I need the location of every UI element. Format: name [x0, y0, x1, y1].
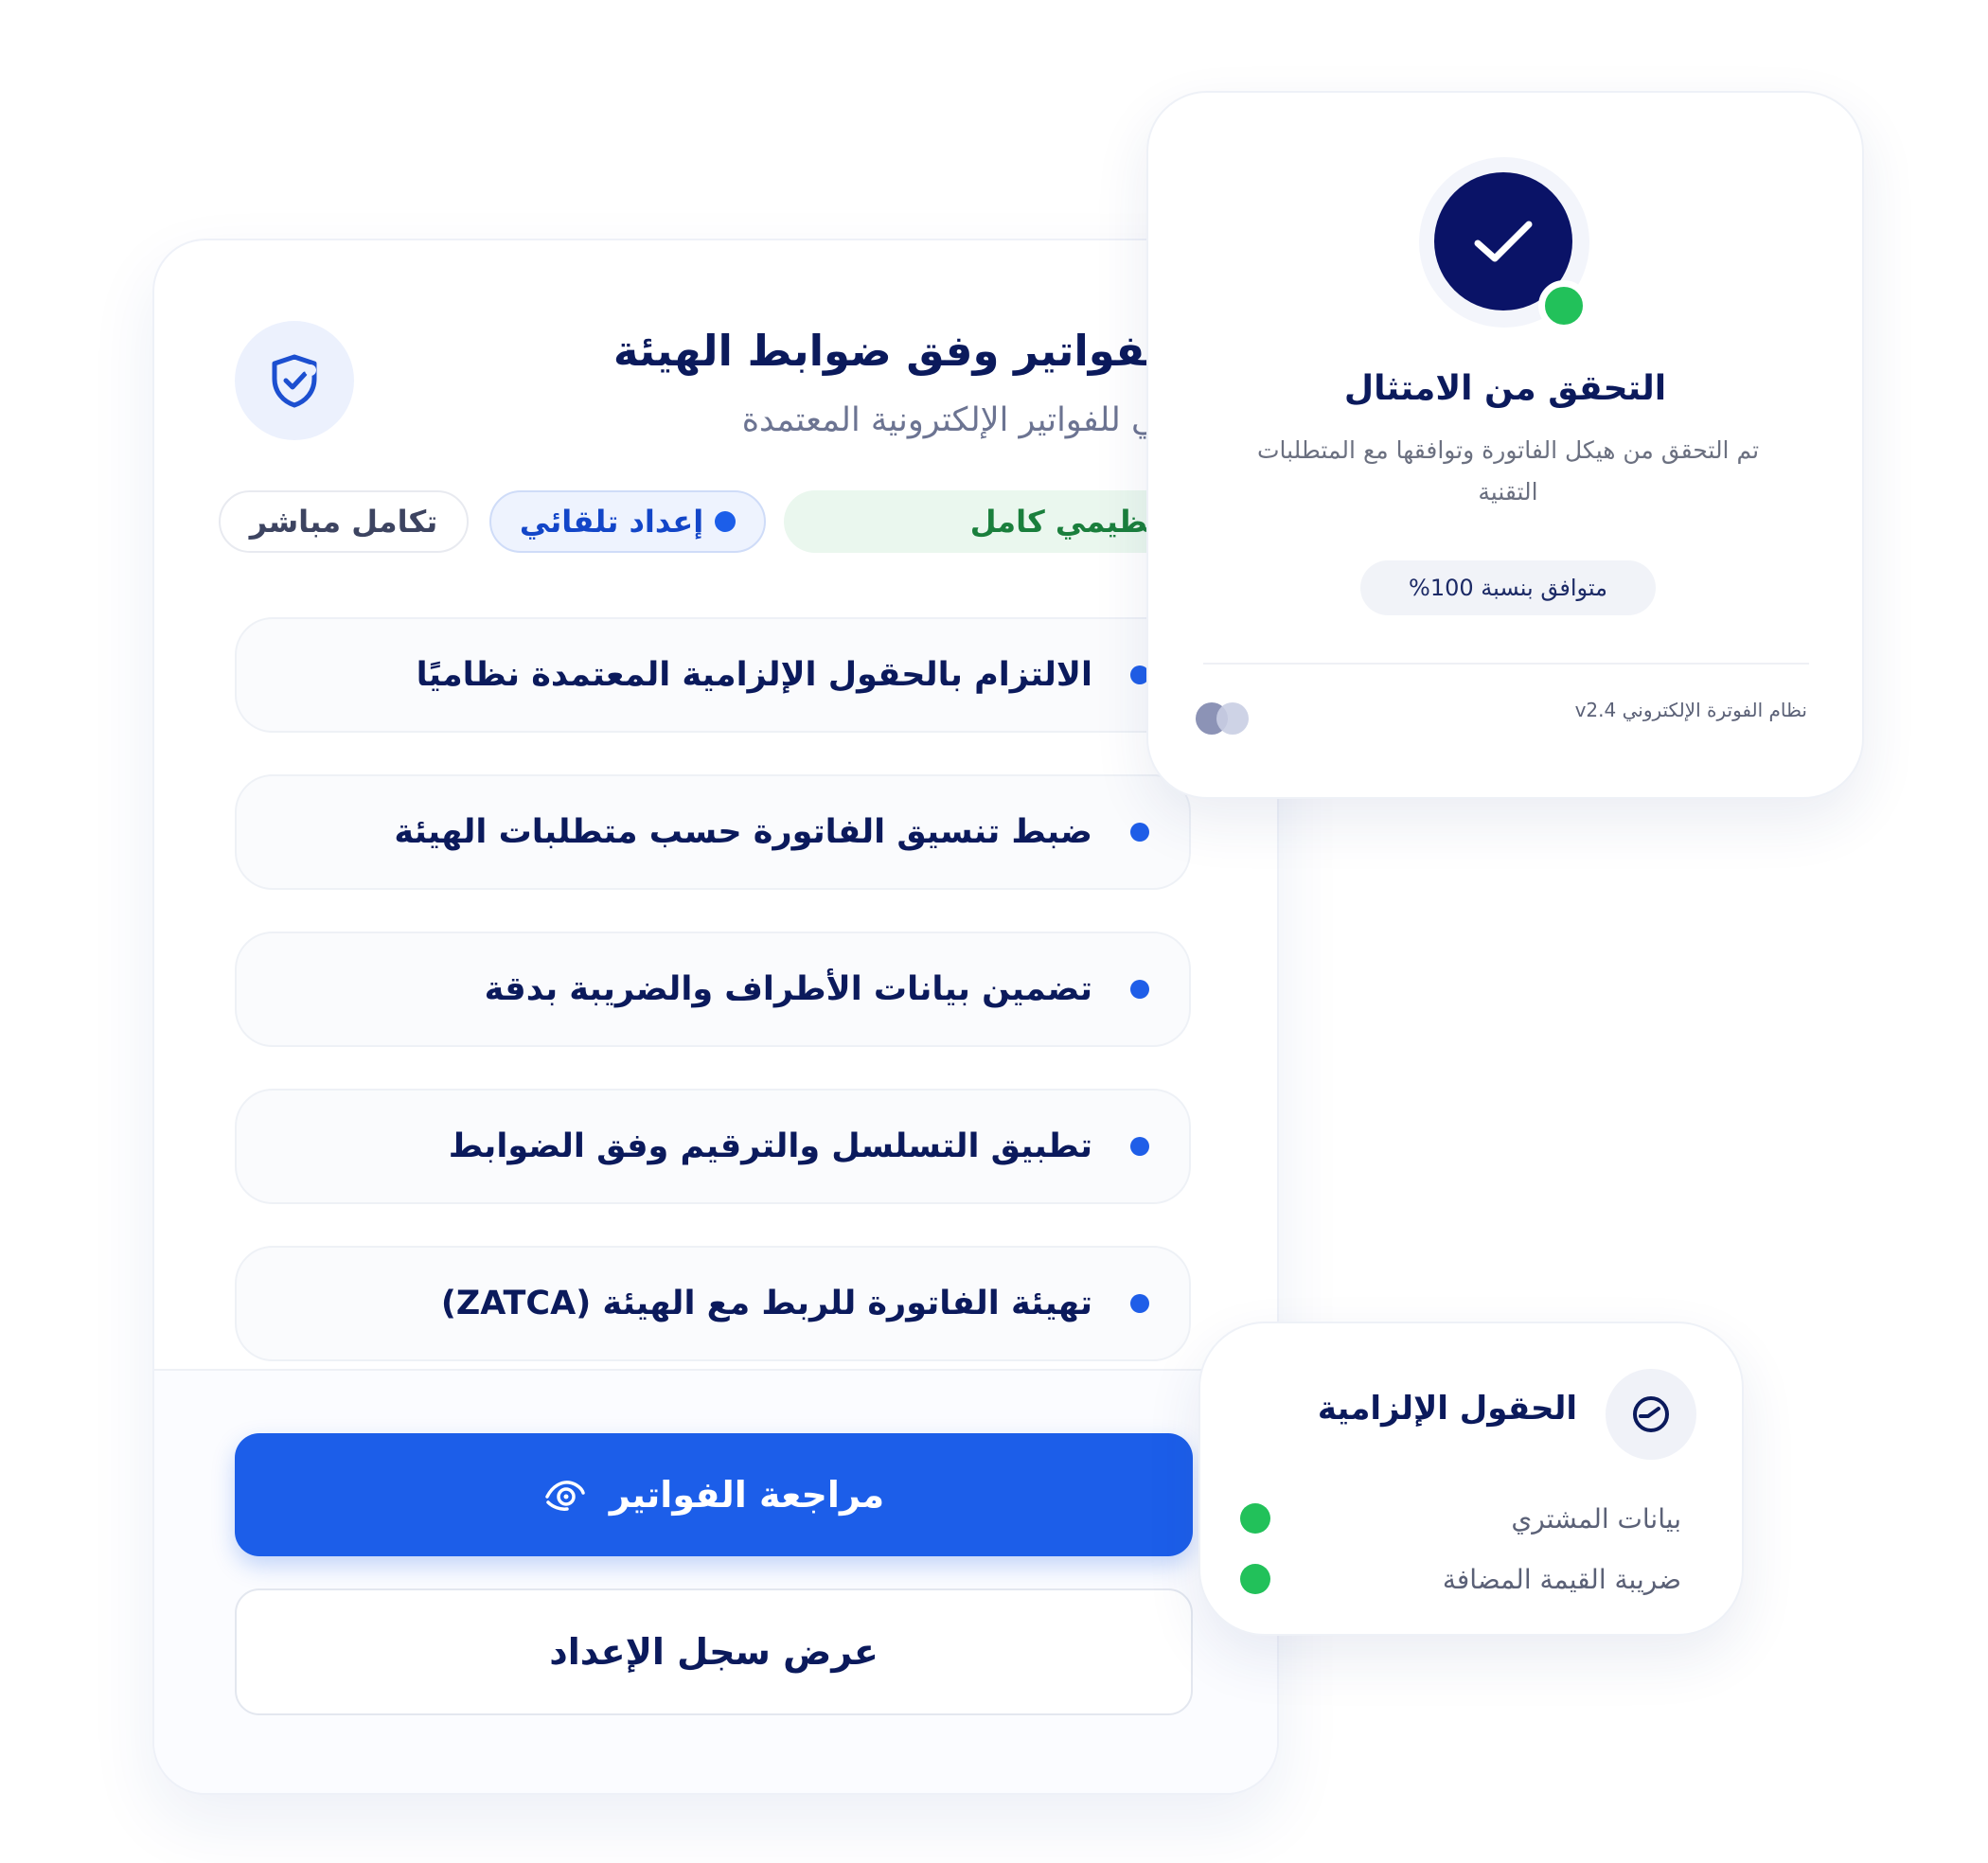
bullet-dot	[1130, 1294, 1149, 1313]
status-online-dot	[1538, 280, 1589, 331]
chip-dot	[715, 511, 737, 532]
bullet-dot	[1130, 823, 1149, 842]
chip-label: تكامل مباشر	[249, 504, 438, 540]
required-fields-card: الحقول الإلزامية بيانات المشتري ضريبة ال…	[1198, 1322, 1744, 1636]
system-version: نظام الفوترة الإلكتروني v2.4	[1574, 699, 1807, 721]
field-label: بيانات المشتري	[1511, 1502, 1681, 1535]
list-item: تهيئة الفاتورة للربط مع الهيئة (ZATCA)	[235, 1246, 1191, 1361]
gauge-icon	[1628, 1392, 1674, 1437]
list-item-text: تهيئة الفاتورة للربط مع الهيئة (ZATCA)	[440, 1285, 1092, 1322]
button-label: مراجعة الفواتير	[609, 1474, 885, 1516]
list-item: ضبط تنسيق الفاتورة حسب متطلبات الهيئة	[235, 774, 1191, 890]
compliance-title: التحقق من الامتثال	[1343, 369, 1667, 408]
stage: تهيئة الفواتير وفق ضوابط الهيئة إعداد تل…	[0, 0, 1988, 1863]
chip-label: إعداد تلقائي	[519, 504, 704, 540]
indicator-dot	[1216, 702, 1249, 735]
toggle-indicator[interactable]	[1196, 701, 1256, 736]
field-row: بيانات المشتري	[1240, 1499, 1681, 1537]
bullet-dot	[1130, 1137, 1149, 1156]
list-item: الالتزام بالحقول الإلزامية المعتمدة نظام…	[235, 617, 1191, 733]
status-dot	[1240, 1503, 1270, 1534]
eye-icon	[543, 1476, 587, 1514]
list-item-text: تضمين بيانات الأطراف والضريبة بدقة	[484, 970, 1092, 1008]
divider	[1203, 663, 1809, 665]
required-fields-title: الحقول الإلزامية	[1317, 1390, 1577, 1428]
list-item-text: الالتزام بالحقول الإلزامية المعتمدة نظام…	[416, 656, 1092, 694]
shield-badge	[235, 321, 354, 440]
review-invoices-button[interactable]: مراجعة الفواتير	[235, 1433, 1193, 1556]
status-dot	[1240, 1564, 1270, 1594]
field-label: ضريبة القيمة المضافة	[1442, 1563, 1681, 1595]
field-row: ضريبة القيمة المضافة	[1240, 1560, 1681, 1598]
chip-direct-integration: تكامل مباشر	[219, 490, 469, 553]
list-item: تطبيق التسلسل والترقيم وفق الضوابط	[235, 1089, 1191, 1204]
compliance-check-card: التحقق من الامتثال تم التحقق من هيكل الف…	[1146, 91, 1864, 799]
invoice-setup-card: تهيئة الفواتير وفق ضوابط الهيئة إعداد تل…	[152, 239, 1279, 1795]
check-icon	[1470, 215, 1536, 268]
view-setup-log-button[interactable]: عرض سجل الإعداد	[235, 1588, 1193, 1715]
button-label: عرض سجل الإعداد	[549, 1631, 879, 1673]
bullet-dot	[1130, 980, 1149, 999]
gauge-badge	[1606, 1369, 1696, 1460]
chip-auto-setup: إعداد تلقائي	[489, 490, 766, 553]
list-item: تضمين بيانات الأطراف والضريبة بدقة	[235, 932, 1191, 1047]
compliance-percentage-badge: متوافق بنسبة 100%	[1360, 560, 1656, 615]
compliance-description: تم التحقق من هيكل الفاتورة وتوافقها مع ا…	[1256, 436, 1760, 506]
shield-check-icon	[263, 349, 326, 412]
list-item-text: ضبط تنسيق الفاتورة حسب متطلبات الهيئة	[394, 813, 1092, 851]
list-item-text: تطبيق التسلسل والترقيم وفق الضوابط	[448, 1127, 1092, 1165]
